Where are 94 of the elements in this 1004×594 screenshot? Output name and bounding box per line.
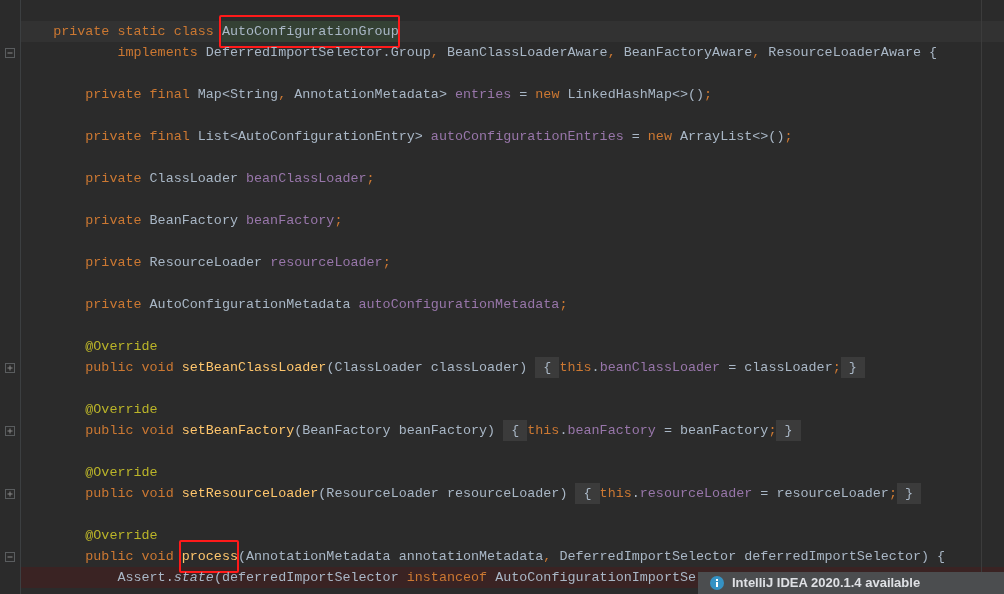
- code-token: ,: [752, 44, 762, 62]
- code-token: beanFactory: [246, 212, 335, 230]
- code-token: ;: [334, 212, 343, 230]
- code-token: AutoConfigurationGroup: [221, 24, 399, 39]
- code-token: (ClassLoader classLoader): [326, 359, 529, 377]
- code-token: autoConfigurationMetadata: [358, 296, 560, 314]
- code-token: ;: [768, 422, 777, 440]
- code-token: beanClassLoader: [246, 170, 367, 188]
- code-token: AutoConfigurationMetadata: [149, 296, 352, 314]
- code-token: private: [84, 254, 143, 272]
- code-token: ;: [559, 296, 568, 314]
- code-token: new: [647, 128, 673, 146]
- code-token: DeferredImportSelector deferredImportSelector) {: [559, 548, 946, 566]
- notification-popup[interactable]: IntelliJ IDEA 2020.1.4 available: [698, 572, 1004, 594]
- code-token: public void: [84, 548, 175, 566]
- code-token: resourceLoader: [270, 254, 383, 272]
- code-token: Map<String: [197, 86, 279, 104]
- fold-plus-icon[interactable]: [5, 425, 15, 436]
- code-token: setBeanFactory: [181, 422, 295, 440]
- code-token: ;: [704, 86, 713, 104]
- fold-plus-icon[interactable]: [5, 362, 15, 373]
- code-token: this: [599, 485, 632, 503]
- code-token: .: [559, 422, 568, 440]
- code-token: ;: [888, 485, 897, 503]
- code-token: public void: [84, 359, 175, 377]
- code-token: new: [535, 86, 561, 104]
- code-token: private: [84, 212, 143, 230]
- code-token: @Override: [84, 338, 158, 356]
- code-token: ;: [382, 254, 391, 272]
- fold-plus-icon[interactable]: [5, 488, 15, 499]
- code-token: public void: [84, 422, 175, 440]
- code-token: AutoConfigurationImportSe: [495, 569, 697, 587]
- folded-code: {: [535, 357, 560, 378]
- code-token: private static class: [52, 23, 215, 41]
- code-token: .: [631, 485, 640, 503]
- code-token: @Override: [84, 527, 158, 545]
- code-token: ,: [430, 44, 440, 62]
- code-token: state: [173, 569, 214, 587]
- code-token: setResourceLoader: [181, 485, 319, 503]
- code-token: private final: [84, 128, 191, 146]
- folded-code: {: [575, 483, 600, 504]
- code-token: this: [527, 422, 560, 440]
- code-token: @Override: [84, 401, 158, 419]
- code-token: ArrayList<>(): [679, 128, 785, 146]
- folded-code: {: [503, 420, 528, 441]
- code-token: private: [84, 170, 143, 188]
- folded-code: }: [776, 420, 801, 441]
- code-token: =: [630, 128, 641, 146]
- code-token: resourceLoader: [639, 485, 753, 503]
- code-token: implements: [116, 44, 199, 62]
- code-token: LinkedHashMap<>(): [567, 86, 705, 104]
- code-token: autoConfigurationEntries: [430, 128, 624, 146]
- code-token: entries: [454, 86, 512, 104]
- code-token: (ResourceLoader resourceLoader): [318, 485, 569, 503]
- code-token: .: [591, 359, 600, 377]
- code-token: (deferredImportSelector: [213, 569, 400, 587]
- code-token: =: [518, 86, 529, 104]
- code-token: ,: [607, 44, 617, 62]
- code-token: AnnotationMetadata>: [294, 86, 448, 104]
- notification-text: IntelliJ IDEA 2020.1.4 available: [732, 574, 921, 593]
- code-token: ResourceLoader: [149, 254, 264, 272]
- code-token: ;: [366, 170, 375, 188]
- folded-code: }: [896, 483, 922, 504]
- code-token: BeanFactoryAware: [623, 44, 753, 62]
- code-token: BeanClassLoaderAware: [446, 44, 608, 62]
- code-token: beanClassLoader: [599, 359, 721, 377]
- code-token: this: [559, 359, 592, 377]
- code-token: instanceof: [406, 569, 489, 587]
- code-token: ResourceLoaderAware {: [768, 44, 938, 62]
- code-token: private final: [84, 86, 191, 104]
- code-token: BeanFactory: [149, 212, 239, 230]
- code-token: = resourceLoader: [759, 485, 889, 503]
- code-token: ;: [784, 128, 793, 146]
- code-token: ,: [543, 548, 553, 566]
- code-token: setBeanClassLoader: [181, 359, 327, 377]
- code-token: (BeanFactory beanFactory): [294, 422, 497, 440]
- code-token: ,: [278, 86, 288, 104]
- code-token: (AnnotationMetadata annotationMetadata: [237, 548, 544, 566]
- info-icon: [710, 576, 724, 590]
- code-token: beanFactory: [567, 422, 656, 440]
- code-token: process: [181, 549, 238, 564]
- folded-code: }: [840, 357, 865, 378]
- code-token: public void: [84, 485, 175, 503]
- code-token: List<AutoConfigurationEntry>: [197, 128, 424, 146]
- code-token: Assert.: [116, 569, 174, 587]
- code-token: private: [84, 296, 143, 314]
- code-token: = beanFactory: [662, 422, 769, 440]
- code-token: ;: [832, 359, 841, 377]
- code-token: DeferredImportSelector.Group: [205, 44, 431, 62]
- fold-minus-icon[interactable]: [5, 47, 15, 58]
- code-token: ClassLoader: [149, 170, 239, 188]
- fold-minus-icon[interactable]: [5, 551, 15, 562]
- code-token: @Override: [84, 464, 158, 482]
- code-token: = classLoader: [727, 359, 833, 377]
